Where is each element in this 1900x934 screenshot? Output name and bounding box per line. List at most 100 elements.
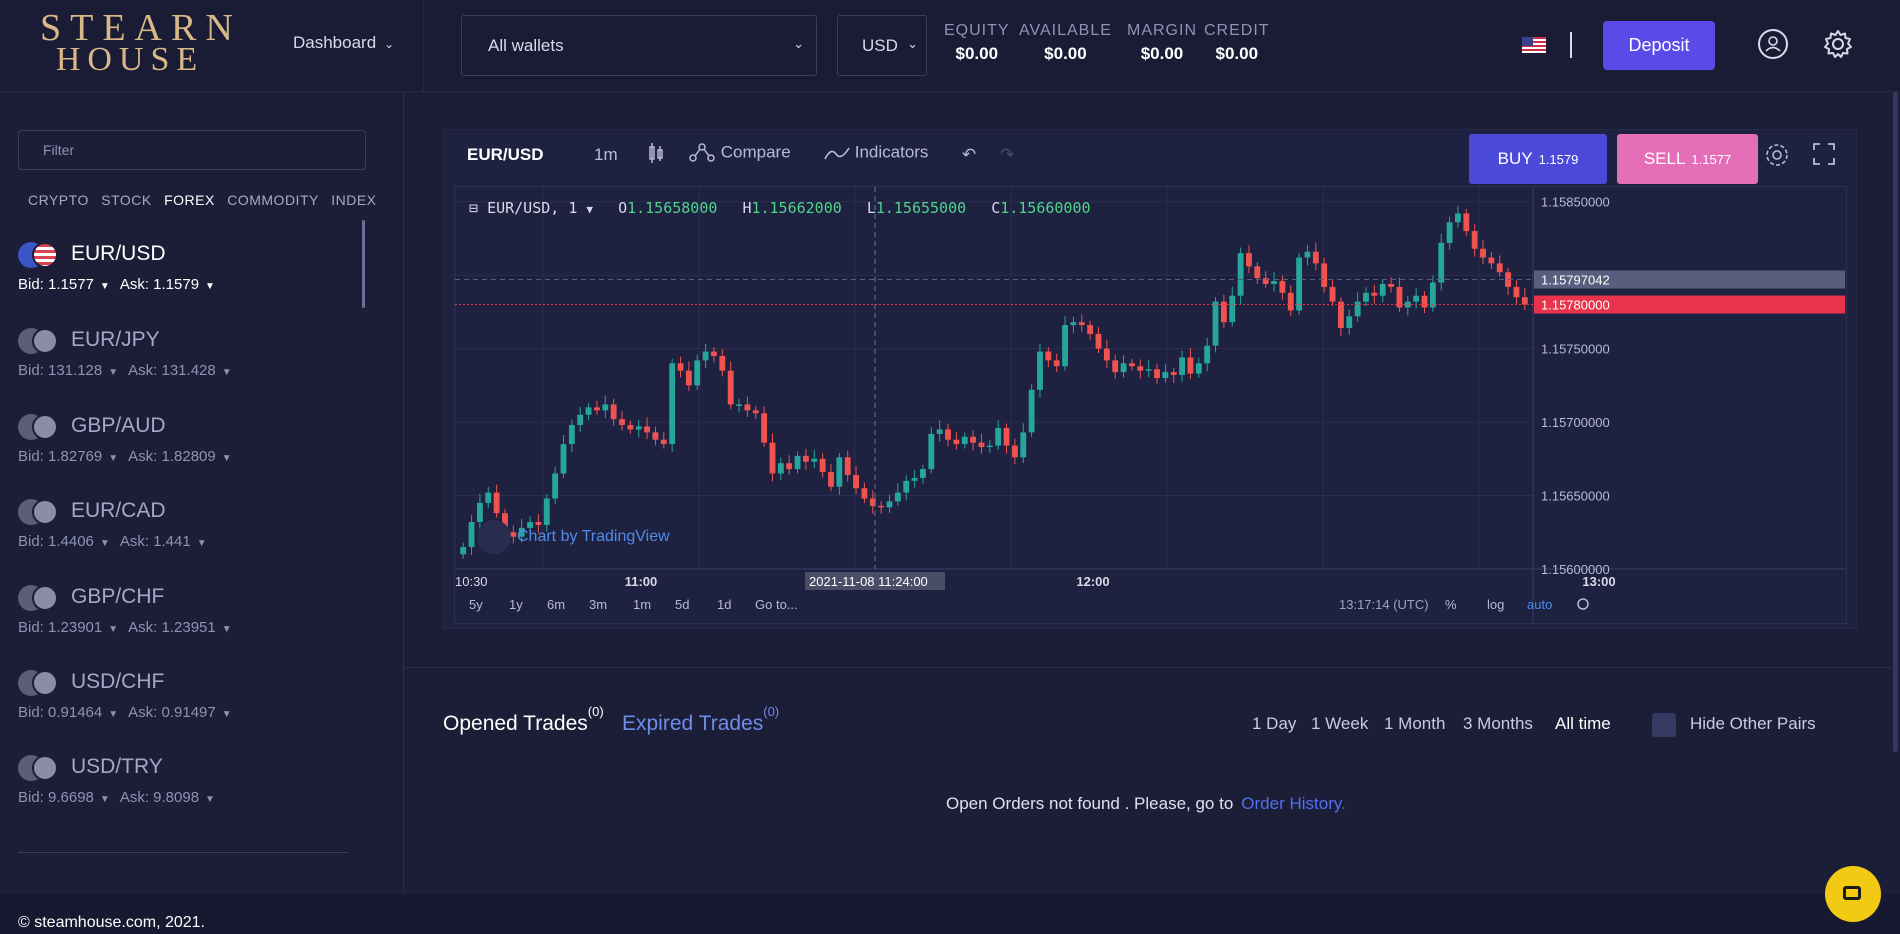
- pair-item-eurcad[interactable]: EUR/CAD Bid: 1.4406 ▼ Ask: 1.441 ▼: [18, 495, 358, 565]
- range-1-week[interactable]: 1 Week: [1311, 714, 1368, 734]
- pair-item-eurusd[interactable]: EUR/USD Bid: 1.1577 ▼ Ask: 1.1579 ▼: [18, 238, 358, 308]
- candle-body: [594, 407, 600, 411]
- price-chart[interactable]: 1.15797042 1.15780000 1.15850000 1.15750000…: [454, 186, 1847, 624]
- caret-down-icon: ▼: [221, 453, 232, 464]
- indicators-button[interactable]: Indicators: [824, 142, 928, 164]
- pair-item-usdtry[interactable]: USD/TRY Bid: 9.6698 ▼ Ask: 9.8098 ▼: [18, 751, 358, 821]
- hide-other-pairs-checkbox[interactable]: [1652, 713, 1676, 737]
- tab-crypto[interactable]: CRYPTO: [28, 192, 89, 208]
- pair-item-usdchf[interactable]: USD/CHF Bid: 0.91464 ▼ Ask: 0.91497 ▼: [18, 666, 358, 736]
- tradingview-logo-icon: [477, 520, 511, 554]
- expired-count: (0): [763, 704, 780, 719]
- brand-logo[interactable]: STEARN HOUSE: [40, 9, 233, 78]
- wallet-select[interactable]: All wallets ⌄: [461, 15, 817, 76]
- pair-quotes: Bid: 1.4406 ▼ Ask: 1.441 ▼: [18, 533, 217, 550]
- candle-body: [627, 425, 634, 430]
- filter-input[interactable]: [18, 130, 366, 170]
- chevron-down-icon: ⌄: [793, 36, 804, 51]
- candle-body: [1413, 295, 1420, 302]
- range-1-day[interactable]: 1 Day: [1252, 714, 1296, 734]
- chat-button[interactable]: [1825, 866, 1881, 922]
- candle-type-icon[interactable]: [647, 142, 665, 169]
- range-button[interactable]: 6m: [547, 597, 565, 612]
- tab-stock[interactable]: STOCK: [101, 192, 151, 208]
- candle-body: [577, 414, 584, 426]
- caret-down-icon: ▼: [99, 794, 110, 805]
- bid-value: Bid: 1.82769: [18, 448, 103, 465]
- candle-body: [568, 425, 575, 445]
- candle-body: [1287, 292, 1294, 311]
- pair-item-gbpchf[interactable]: GBP/CHF Bid: 1.23901 ▼ Ask: 1.23951 ▼: [18, 581, 358, 651]
- buy-button[interactable]: BUY 1.1579: [1469, 134, 1607, 184]
- wallet-select-value: All wallets: [488, 36, 564, 55]
- interval-button[interactable]: 1m: [594, 145, 618, 165]
- tab-forex[interactable]: FOREX: [164, 192, 215, 208]
- caret-down-icon: ▼: [108, 709, 119, 720]
- user-icon[interactable]: [1758, 29, 1788, 59]
- chart-canvas[interactable]: 1.15797042 1.15780000 1.15850000 1.15750000…: [454, 187, 1846, 623]
- candle-body: [1421, 295, 1428, 308]
- ask-value: Ask: 9.8098: [119, 789, 200, 806]
- close-value: 1.15660000: [1000, 199, 1091, 217]
- tradingview-watermark[interactable]: Chart by TradingView: [477, 520, 670, 554]
- compare-button[interactable]: Compare: [688, 142, 791, 164]
- range-button[interactable]: 5d: [675, 597, 689, 612]
- caret-down-icon: ▼: [99, 538, 110, 549]
- chevron-down-icon[interactable]: ▼: [586, 203, 593, 216]
- usdchf-flag-icon: [18, 670, 58, 696]
- category-tabs: CRYPTO STOCK FOREX COMMODITY INDEX: [28, 192, 385, 208]
- candle-body: [1129, 363, 1135, 367]
- undo-icon[interactable]: ↶: [962, 145, 976, 165]
- us-flag-icon[interactable]: [1522, 37, 1546, 53]
- chevron-down-icon: ⌄: [907, 36, 918, 51]
- price-tick-label: 1.15650000: [1541, 489, 1610, 504]
- range-all-time[interactable]: All time: [1555, 714, 1611, 734]
- pair-name: GBP/AUD: [71, 414, 166, 437]
- candle-body: [886, 501, 893, 508]
- chart-settings-icon[interactable]: [1764, 142, 1790, 173]
- tab-opened-trades[interactable]: Opened Trades(0): [443, 704, 604, 736]
- candle-body: [1379, 283, 1386, 296]
- crosshair-time-label: 2021-11-08 11:24:00: [809, 574, 928, 589]
- pair-item-eurjpy[interactable]: EUR/JPY Bid: 131.128 ▼ Ask: 131.428 ▼: [18, 324, 358, 394]
- sidebar-scrollbar[interactable]: [362, 220, 365, 308]
- sell-button[interactable]: SELL 1.1577: [1617, 134, 1758, 184]
- order-history-link[interactable]: Order History.: [1241, 794, 1346, 813]
- axis-option-auto[interactable]: auto: [1527, 597, 1552, 612]
- tab-commodity[interactable]: COMMODITY: [227, 192, 319, 208]
- tab-index[interactable]: INDEX: [331, 192, 376, 208]
- page-scrollbar[interactable]: [1893, 92, 1898, 752]
- candle-body: [986, 445, 993, 448]
- tab-expired-trades[interactable]: Expired Trades(0): [622, 704, 779, 736]
- fullscreen-icon[interactable]: [1812, 142, 1836, 171]
- range-button[interactable]: 3m: [589, 597, 607, 612]
- pair-name: EUR/JPY: [71, 328, 160, 351]
- empty-orders-message: Open Orders not found . Please, go to Ord…: [946, 794, 1346, 814]
- redo-icon[interactable]: ↷: [1000, 145, 1014, 165]
- candle-body: [786, 463, 793, 470]
- chart-symbol[interactable]: EUR/USD: [467, 145, 544, 165]
- legend-symbol[interactable]: EUR/USD, 1: [487, 199, 577, 217]
- empty-message-text: Open Orders not found . Please, go to: [946, 794, 1234, 813]
- axis-option-%[interactable]: %: [1445, 597, 1457, 612]
- candle-body: [1521, 297, 1528, 305]
- deposit-button[interactable]: Deposit: [1603, 21, 1715, 70]
- gear-icon[interactable]: [1822, 28, 1854, 65]
- range-3-months[interactable]: 3 Months: [1463, 714, 1533, 734]
- buy-price: 1.1579: [1538, 152, 1579, 167]
- pair-item-gbpaud[interactable]: GBP/AUD Bid: 1.82769 ▼ Ask: 1.82809 ▼: [18, 410, 358, 480]
- range-button[interactable]: Go to...: [755, 597, 798, 612]
- range-button[interactable]: 5y: [469, 597, 483, 612]
- currency-select[interactable]: USD ⌄: [837, 15, 927, 76]
- range-button[interactable]: 1m: [633, 597, 651, 612]
- candle-body: [1488, 257, 1495, 264]
- range-button[interactable]: 1d: [717, 597, 731, 612]
- pair-name: EUR/CAD: [71, 499, 166, 522]
- range-1-month[interactable]: 1 Month: [1384, 714, 1445, 734]
- collapse-icon[interactable]: ⊟: [469, 199, 478, 217]
- range-button[interactable]: 1y: [509, 597, 523, 612]
- dashboard-menu[interactable]: Dashboard ⌄: [293, 33, 394, 53]
- axis-option-log[interactable]: log: [1487, 597, 1504, 612]
- candle-body: [1337, 301, 1344, 329]
- pair-quotes: Bid: 1.23901 ▼ Ask: 1.23951 ▼: [18, 619, 242, 636]
